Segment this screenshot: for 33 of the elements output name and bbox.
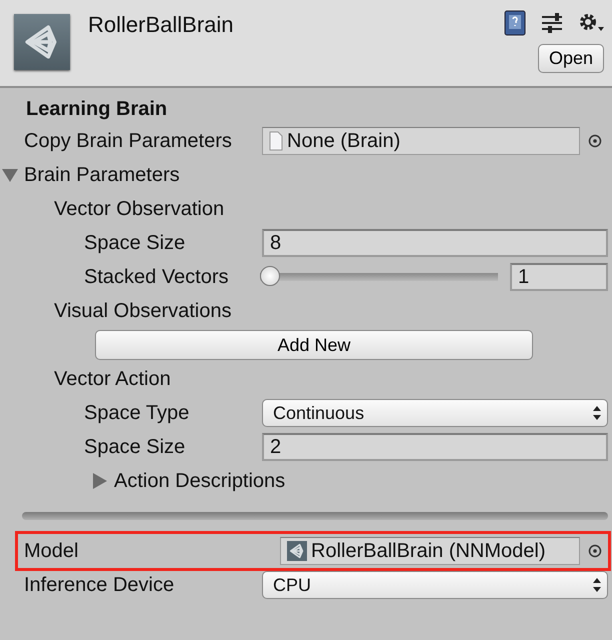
section-title: Learning Brain xyxy=(25,97,168,122)
field-label: Copy Brain Parameters xyxy=(23,130,233,152)
field-label: Stacked Vectors xyxy=(83,266,230,288)
object-picker-icon[interactable] xyxy=(588,134,602,148)
slider-thumb[interactable] xyxy=(260,266,280,286)
model-asset-icon xyxy=(288,542,306,560)
number-field[interactable]: 8 xyxy=(262,229,608,257)
open-button[interactable]: Open xyxy=(538,44,604,73)
dropdown[interactable]: Continuous xyxy=(262,399,608,427)
preset-sliders-icon[interactable] xyxy=(540,12,564,34)
group-label: Visual Observations xyxy=(53,300,232,322)
object-picker-icon[interactable] xyxy=(588,544,602,558)
add-new-button[interactable]: Add New xyxy=(95,330,533,360)
foldout-arrow-icon[interactable] xyxy=(92,473,108,489)
field-label: Space Type xyxy=(83,402,190,424)
group-label: Vector Observation xyxy=(53,198,226,220)
asset-title: RollerBallBrain xyxy=(88,11,235,39)
number-field[interactable]: 2 xyxy=(262,433,608,461)
dropdown-arrows-icon xyxy=(593,578,601,592)
dropdown-arrows-icon xyxy=(593,406,601,420)
help-book-icon[interactable] xyxy=(504,10,526,36)
dropdown[interactable]: CPU xyxy=(262,571,608,599)
field-label: Space Size xyxy=(83,232,186,254)
object-field[interactable]: None (Brain) xyxy=(262,127,580,155)
object-field[interactable]: RollerBallBrain (NNModel) xyxy=(280,537,580,565)
field-label: Inference Device xyxy=(23,574,176,596)
number-field[interactable]: 1 xyxy=(510,263,608,291)
foldout-label[interactable]: Action Descriptions xyxy=(114,470,286,492)
field-label: Space Size xyxy=(83,436,186,458)
foldout-label[interactable]: Brain Parameters xyxy=(24,164,180,186)
foldout-arrow-icon[interactable] xyxy=(2,167,18,183)
group-label: Vector Action xyxy=(53,368,172,390)
field-label: Model xyxy=(23,540,80,562)
